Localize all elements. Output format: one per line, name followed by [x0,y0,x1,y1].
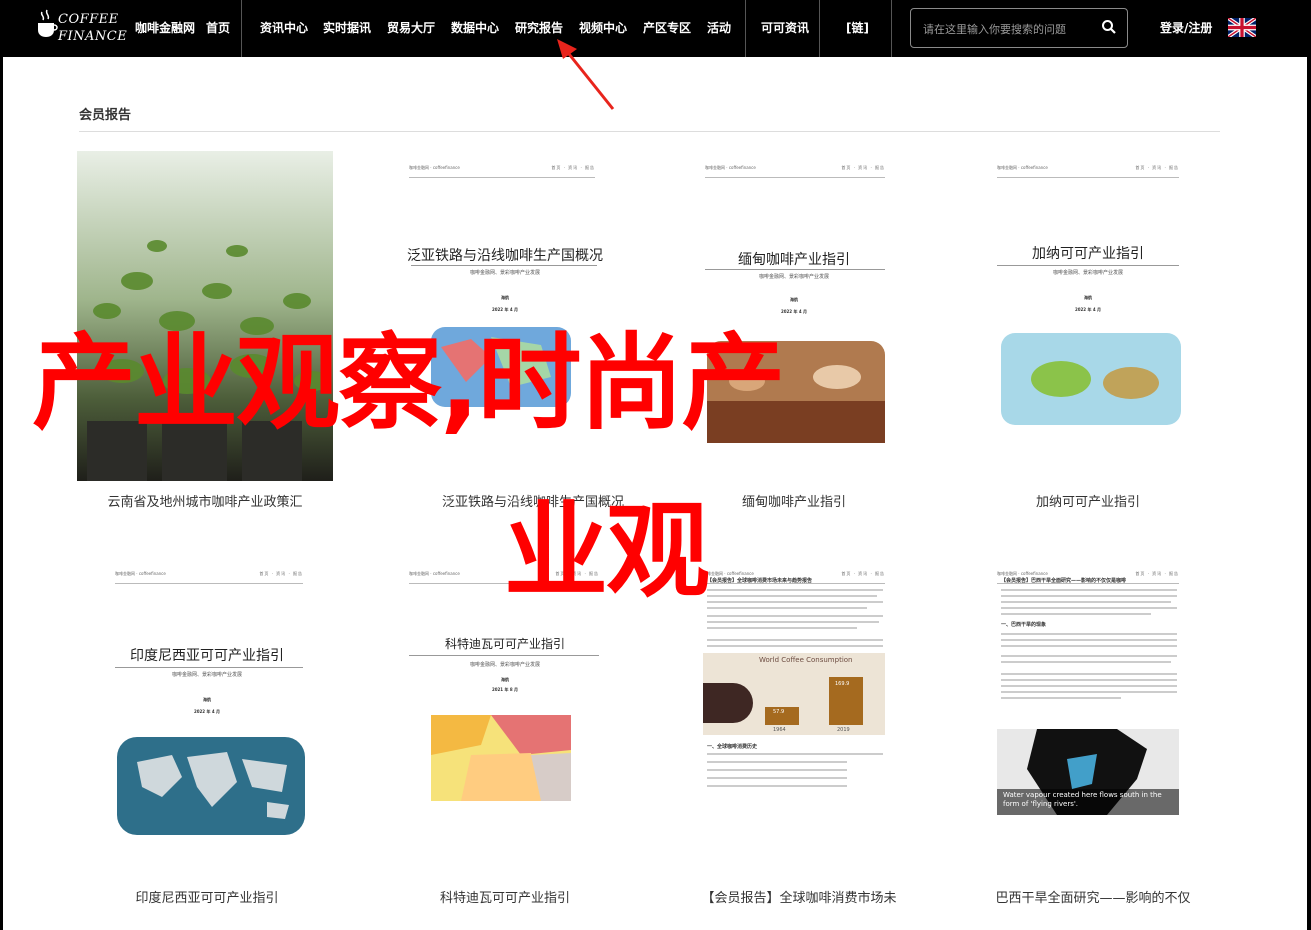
coffee-cup-photo [703,683,753,723]
coffee-consumption-chart: World Coffee Consumption 57.9 169.9 1964… [703,653,885,735]
document-date: 2022 年 4 月 [491,307,519,312]
document-header: 咖啡金融网 · coffeefinance 首页 · 资讯 · 报告 [705,163,885,178]
coffee-cup-icon [38,9,58,37]
document-title: 缅甸咖啡产业指引 [738,252,850,268]
document-org: 海航 [203,697,211,702]
nav-brand-link[interactable]: 咖啡金融网 [135,0,195,57]
nav-news-center[interactable]: 资讯中心 [260,0,308,57]
nav-divider [891,0,892,57]
section-title: 会员报告 [79,108,132,123]
nav-trade-hall[interactable]: 贸易大厅 [387,0,435,57]
red-arrow-annotation [557,39,615,110]
report-caption[interactable]: 【会员报告】全球咖啡消费市场未 [699,887,899,906]
nav-data-center[interactable]: 数据中心 [451,0,499,57]
document-date: 2021 年 8 月 [491,687,519,692]
document-section-heading: 一、巴西干旱的现象 [1001,622,1047,628]
report-caption[interactable]: 云南省及地州城市咖啡产业政策汇 [77,491,333,510]
document-title: 科特迪瓦可可产业指引 [444,637,565,651]
nav-home[interactable]: 首页 [206,0,230,57]
coffee-finance-logo[interactable]: COFFEE FINANCE [36,6,132,50]
document-rule [997,265,1179,266]
chart-value-label: 57.9 [773,709,785,715]
document-subtitle: 咖啡金融网、景彩咖啡产业发展 [469,270,540,276]
search-box [910,8,1128,48]
overlay-headline-line1: 产业观察,时尚产 [32,322,786,444]
nav-chain[interactable]: [链] [846,0,869,57]
report-caption[interactable]: 加纳可可产业指引 [993,491,1183,510]
document-rule [705,269,885,270]
nav-divider [819,0,820,57]
chart-title: World Coffee Consumption [759,656,853,664]
document-title: 【会员报告】巴西干旱全面研究——影响的不仅仅是咖啡 [1001,578,1127,584]
map-caption: Water vapour created here flows south in… [1003,791,1162,808]
top-navigation-bar: COFFEE FINANCE 咖啡金融网 首页 资讯中心 实时据讯 贸易大厅 数… [0,0,1311,57]
document-org: 海航 [1084,295,1092,300]
document-date: 2022 年 4 月 [780,309,808,314]
brazil-map-photo: Water vapour created here flows south in… [997,729,1179,815]
document-org: 海航 [501,295,509,300]
login-register-link[interactable]: 登录/注册 [1160,0,1212,57]
document-header: 咖啡金融网 · coffeefinance 首页 · 资讯 · 报告 [409,163,595,178]
report-caption[interactable]: 印度尼西亚可可产业指引 [107,887,307,906]
cocoa-photo [1001,333,1181,425]
nav-realtime-news[interactable]: 实时据讯 [323,0,371,57]
document-title: 【会员报告】全球咖啡消费市场未来与趋势报告 [707,578,813,584]
overlay-headline-line2: 业观 [504,490,710,612]
nav-divider [241,0,242,57]
logo-text-line1: COFFEE [58,12,119,27]
document-section-heading: 一、全球咖啡消费历史 [707,744,758,750]
report-thumbnail[interactable]: 咖啡金融网 · coffeefinance 首页 · 资讯 · 报告 【会员报告】… [699,557,889,887]
report-thumbnail[interactable]: 咖啡金融网 · coffeefinance 首页 · 资讯 · 报告 加纳可可产业… [993,151,1249,481]
nav-divider [745,0,746,57]
report-thumbnail[interactable]: 咖啡金融网 · coffeefinance 首页 · 资讯 · 报告 【会员报告】… [993,557,1183,887]
document-subtitle: 咖啡金融网、景彩咖啡产业发展 [171,672,242,678]
chart-year-label: 1964 [773,727,786,733]
report-caption[interactable]: 科特迪瓦可可产业指引 [405,887,605,906]
document-subtitle: 咖啡金融网、景彩咖啡产业发展 [758,274,829,280]
document-date: 2022 年 4 月 [1074,307,1102,312]
world-map-illustration [117,737,305,835]
nav-events[interactable]: 活动 [707,0,731,57]
nav-origin-zone[interactable]: 产区专区 [643,0,691,57]
search-icon[interactable] [1101,19,1117,35]
document-header: 咖啡金融网 · coffeefinance 首页 · 资讯 · 报告 [997,163,1179,178]
logo-text-line2: FINANCE [58,29,128,44]
search-input[interactable] [921,18,1097,40]
uk-flag-icon[interactable] [1228,18,1256,37]
chart-year-label: 2019 [837,727,850,733]
nav-cocoa-news[interactable]: 可可资讯 [761,0,809,57]
chart-value-label: 169.9 [835,681,850,687]
document-title: 印度尼西亚可可产业指引 [130,648,284,664]
document-date: 2022 年 4 月 [193,709,221,714]
document-title: 泛亚铁路与沿线咖啡生产国概况 [407,248,603,264]
report-caption[interactable]: 巴西干旱全面研究——影响的不仅 [993,887,1193,906]
report-caption[interactable]: 缅甸咖啡产业指引 [699,491,889,510]
africa-map-illustration [431,715,571,801]
document-rule [411,265,597,266]
document-rule [115,667,303,668]
document-org: 海航 [790,297,798,302]
section-divider [79,131,1220,132]
document-org: 海航 [501,677,509,682]
document-title: 加纳可可产业指引 [1032,246,1144,262]
report-thumbnail[interactable]: 咖啡金融网 · coffeefinance 首页 · 资讯 · 报告 印度尼西亚可… [107,557,307,887]
document-rule [409,655,599,656]
document-subtitle: 咖啡金融网、景彩咖啡产业发展 [1052,270,1123,276]
document-subtitle: 咖啡金融网、景彩咖啡产业发展 [469,662,540,668]
document-header: 咖啡金融网 · coffeefinance 首页 · 资讯 · 报告 [115,569,303,584]
